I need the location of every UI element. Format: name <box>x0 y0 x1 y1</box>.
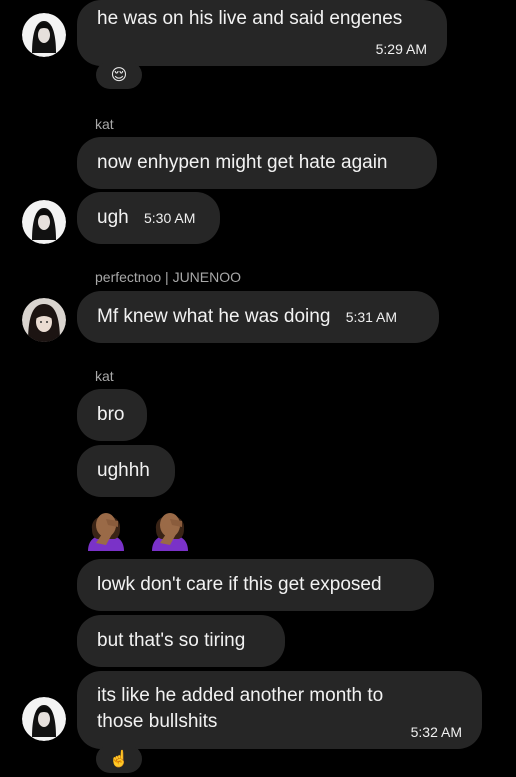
message-text: he was on his live and said engenes <box>97 8 403 29</box>
message-text: but that's so tiring <box>97 630 246 651</box>
pointing-up-icon: ☝️ <box>109 751 129 768</box>
avatar-photo-icon <box>22 298 66 342</box>
message-text: now enhypen might get hate again <box>97 152 388 173</box>
sender-name: perfectnoo | JUNENOO <box>95 269 242 285</box>
message-text: ugh <box>97 207 129 228</box>
emoji-message[interactable] <box>82 503 194 551</box>
message-text: bro <box>97 404 125 425</box>
message-bubble[interactable]: ugh 5:30 AM <box>77 192 220 244</box>
sender-name: kat <box>95 116 114 132</box>
avatar[interactable] <box>22 200 66 244</box>
message-bubble[interactable]: Mf knew what he was doing 5:31 AM <box>77 291 439 343</box>
message-text: its like he added another month to <box>97 685 384 706</box>
message-text: lowk don't care if this get exposed <box>97 574 382 595</box>
avatar[interactable] <box>22 298 66 342</box>
message-bubble[interactable]: bro <box>77 389 147 441</box>
woman-facepalming-icon <box>88 513 124 551</box>
message-timestamp: 5:31 AM <box>345 309 398 325</box>
avatar-photo-icon <box>22 697 66 741</box>
message-text: those bullshits <box>97 711 218 732</box>
avatar[interactable] <box>22 697 66 741</box>
avatar-photo-icon <box>22 13 66 57</box>
avatar-photo-icon <box>22 200 66 244</box>
message-bubble[interactable]: now enhypen might get hate again <box>77 137 437 189</box>
reaction-badge[interactable]: ☝️ <box>96 745 142 773</box>
woman-facepalming-icon <box>152 513 188 551</box>
message-bubble[interactable]: its like he added another month to those… <box>77 671 482 749</box>
message-timestamp: 5:32 AM <box>410 724 462 740</box>
sender-name: kat <box>95 368 114 384</box>
reaction-badge[interactable]: 😌 <box>96 61 142 89</box>
message-timestamp: 5:30 AM <box>143 210 196 226</box>
message-text: Mf knew what he was doing <box>97 306 331 327</box>
message-timestamp: 5:29 AM <box>375 41 427 57</box>
message-bubble[interactable]: ughhh <box>77 445 175 497</box>
message-bubble[interactable]: lowk don't care if this get exposed <box>77 559 434 611</box>
message-bubble[interactable]: but that's so tiring <box>77 615 285 667</box>
chat-thread: he was on his live and said engenes 5:29… <box>0 0 516 777</box>
message-bubble[interactable]: he was on his live and said engenes 5:29… <box>77 0 447 66</box>
avatar[interactable] <box>22 13 66 57</box>
message-text: ughhh <box>97 460 150 481</box>
relieved-face-icon: 😌 <box>110 67 128 84</box>
